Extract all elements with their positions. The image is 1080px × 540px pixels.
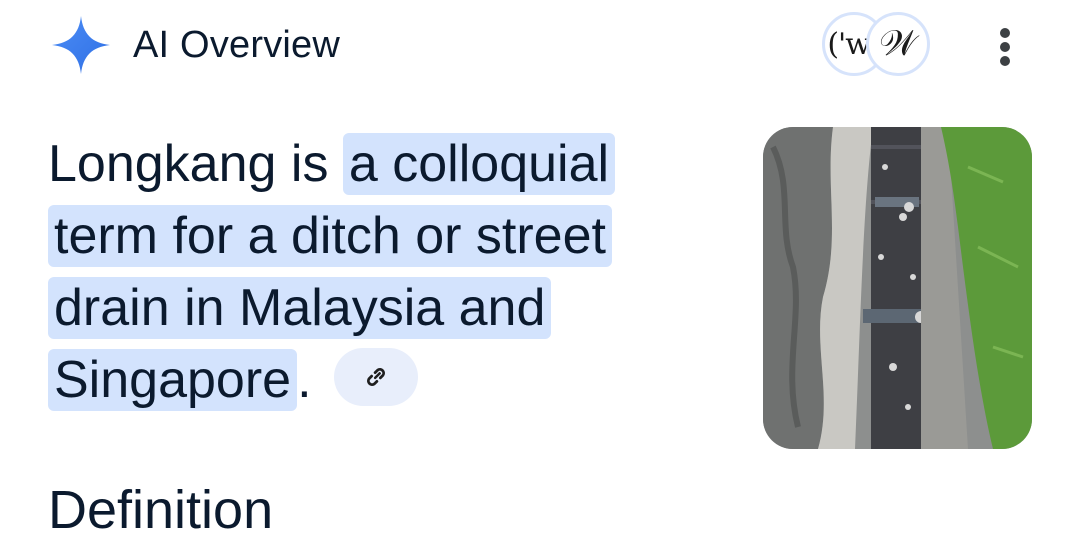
gemini-sparkle-icon (52, 16, 110, 74)
street-drain-photo[interactable] (763, 127, 1032, 449)
wikipedia-icon[interactable]: 𝒲 (866, 12, 930, 76)
answer-trail: . (297, 351, 312, 409)
ai-overview-header: AI Overview ('w) 𝒲 (0, 0, 1080, 90)
citation-link-button[interactable] (333, 348, 418, 407)
drain-illustration (763, 127, 1032, 449)
source-icons[interactable]: ('w) 𝒲 (822, 12, 932, 80)
overview-title: AI Overview (133, 24, 341, 66)
overview-answer: Longkang is a colloquial term for a ditc… (48, 128, 708, 416)
more-vert-icon[interactable] (990, 26, 1020, 68)
answer-lead: Longkang is (48, 135, 343, 193)
link-icon (366, 368, 385, 387)
section-heading: Definition (48, 480, 274, 540)
